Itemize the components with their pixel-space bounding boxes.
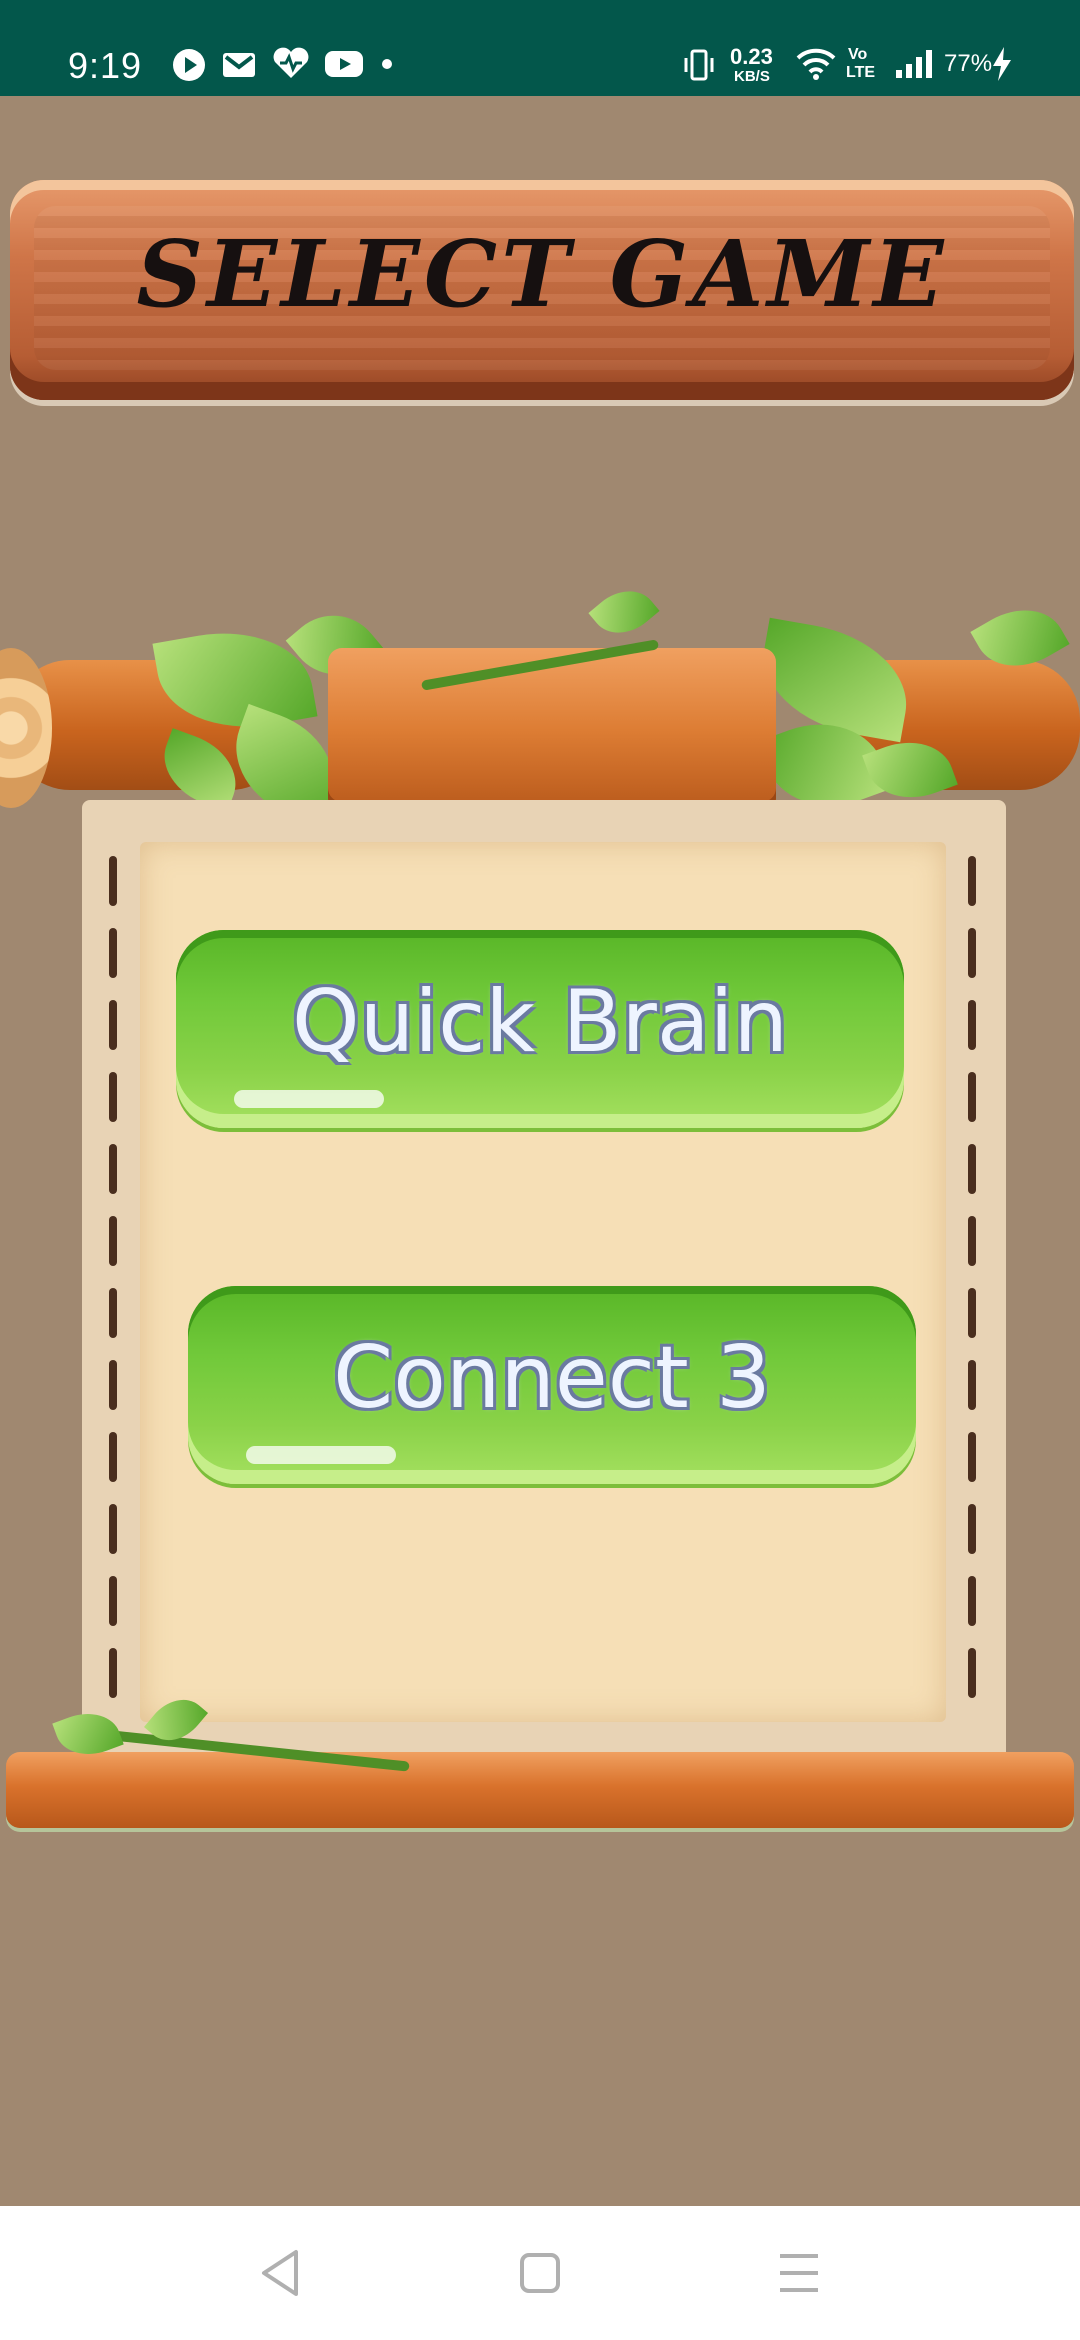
gmail-icon xyxy=(223,53,255,77)
stitch xyxy=(968,856,976,906)
dot-icon xyxy=(382,59,392,69)
vibrate-icon xyxy=(684,49,714,81)
page-title: SELECT GAME xyxy=(136,220,948,328)
stitch xyxy=(968,1216,976,1266)
stitch xyxy=(109,1072,117,1122)
stitch xyxy=(968,1000,976,1050)
youtube-icon xyxy=(325,51,363,77)
signal-icon xyxy=(896,50,932,78)
stitch xyxy=(968,1576,976,1626)
volte-top: Vo xyxy=(848,46,868,63)
connect-3-button[interactable]: Connect 3 xyxy=(188,1286,916,1484)
quick-brain-button[interactable]: Quick Brain xyxy=(176,930,904,1128)
menu-icon[interactable] xyxy=(764,2238,834,2308)
back-icon[interactable] xyxy=(246,2238,316,2308)
button-shine xyxy=(234,1090,384,1108)
status-time: 9:19 xyxy=(68,45,143,86)
connect-3-label: Connect 3 xyxy=(333,1328,771,1428)
quick-brain-label: Quick Brain xyxy=(292,972,788,1072)
stitch xyxy=(109,1144,117,1194)
stitch xyxy=(968,1648,976,1698)
button-shine xyxy=(246,1446,396,1464)
stitch xyxy=(968,1288,976,1338)
leaf-icon xyxy=(588,577,660,647)
stitch xyxy=(109,1648,117,1698)
stitch xyxy=(968,1504,976,1554)
home-icon[interactable] xyxy=(505,2238,575,2308)
charging-bolt-icon xyxy=(993,47,1011,81)
stitch xyxy=(109,1576,117,1626)
stitch xyxy=(968,1144,976,1194)
leaf-icon xyxy=(752,617,918,743)
stitch xyxy=(968,1360,976,1410)
wifi-icon xyxy=(796,48,836,80)
title-banner: SELECT GAME xyxy=(10,180,1074,400)
stitch xyxy=(109,1216,117,1266)
stitch xyxy=(109,928,117,978)
stitch xyxy=(968,1432,976,1482)
stitch xyxy=(968,1072,976,1122)
bottom-plank xyxy=(6,1752,1074,1828)
network-speed-value: 0.23 xyxy=(730,44,773,69)
stitch xyxy=(109,856,117,906)
stitch xyxy=(109,1000,117,1050)
network-speed-unit: KB/S xyxy=(734,68,770,85)
play-icon xyxy=(173,49,205,81)
health-heart-icon xyxy=(273,47,309,78)
navigation-bar xyxy=(0,2206,1080,2340)
battery-percent: 77% xyxy=(944,50,993,77)
volte-bottom: LTE xyxy=(846,64,876,81)
stitch xyxy=(968,928,976,978)
status-bar: 9:19 0.23 KB/S Vo LTE 77% xyxy=(0,0,1080,96)
stitch xyxy=(109,1360,117,1410)
stitch xyxy=(109,1432,117,1482)
sign-plank xyxy=(328,648,776,812)
stitch xyxy=(109,1288,117,1338)
stitch xyxy=(109,1504,117,1554)
